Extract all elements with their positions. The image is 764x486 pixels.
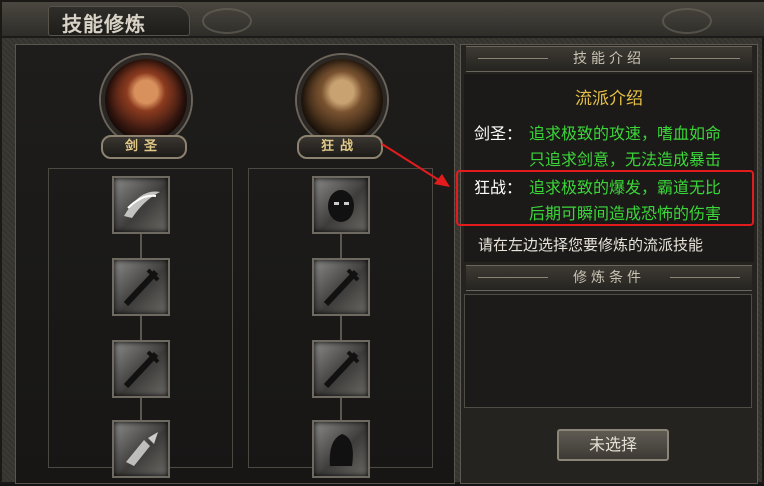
school-intro-title: 流派介绍 (575, 89, 643, 109)
title-bar: 技能修炼 (2, 2, 764, 38)
highlight-box (456, 170, 754, 226)
berserker-portrait[interactable] (297, 55, 387, 145)
sword-icon[interactable] (112, 258, 170, 316)
swordsman-portrait[interactable] (101, 55, 191, 145)
skill-connector (140, 207, 142, 442)
scroll-ornament-icon (662, 8, 712, 34)
selection-hint: 请在左边选择您要修炼的流派技能 (478, 236, 704, 254)
not-selected-button[interactable]: 未选择 (557, 429, 669, 461)
sword-icon[interactable] (112, 340, 170, 398)
rage-head-icon[interactable] (312, 176, 370, 234)
intro-desc-line: 只追求剑意，无法造成暴击 (529, 150, 722, 169)
skill-connector (340, 207, 342, 442)
skill-training-window: 技能修炼 剑圣 狂战 技能介绍 流派介绍 剑圣： 追求极致的攻速，嗜血如命 只追… (0, 0, 764, 484)
class-label-kuangzhan[interactable]: 狂战 (297, 135, 383, 159)
broken-blade-icon[interactable] (112, 420, 170, 478)
scroll-ornament-icon (202, 8, 252, 34)
skill-intro-header-text: 技能介绍 (573, 51, 645, 67)
class-label-jiansheng[interactable]: 剑圣 (101, 135, 187, 159)
training-conditions-box (464, 294, 752, 408)
wind-slash-icon[interactable] (112, 176, 170, 234)
section-header-training-conditions: 修炼条件 (466, 265, 752, 291)
intro-desc-line: 追求极致的攻速，嗜血如命 (529, 124, 722, 143)
sword-icon[interactable] (312, 340, 370, 398)
intro-label-jiansheng: 剑圣： (474, 124, 523, 143)
training-conditions-header-text: 修炼条件 (573, 270, 645, 286)
section-header-skill-intro: 技能介绍 (466, 46, 752, 72)
hooded-shadow-icon[interactable] (312, 420, 370, 478)
sword-icon[interactable] (312, 258, 370, 316)
window-title: 技能修炼 (62, 12, 146, 36)
